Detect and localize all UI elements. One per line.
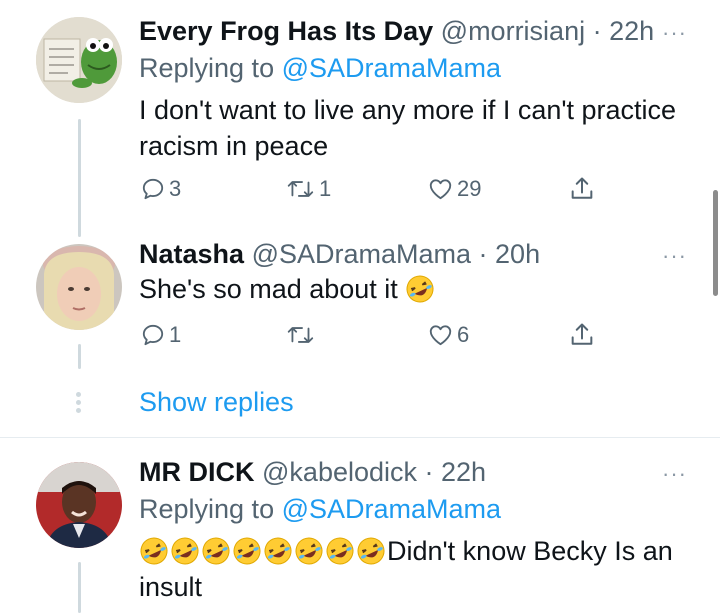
divider bbox=[0, 437, 720, 438]
show-replies-link[interactable]: Show replies bbox=[139, 389, 294, 416]
rofl-emoji-icon bbox=[202, 537, 230, 565]
thread-line bbox=[78, 344, 81, 369]
tweet-header: MR DICK @kabelodick · 22h bbox=[139, 459, 486, 486]
display-name[interactable]: Every Frog Has Its Day bbox=[139, 16, 433, 46]
display-name[interactable]: MR DICK bbox=[139, 457, 255, 487]
reply-button[interactable]: 3 bbox=[140, 174, 181, 204]
rofl-emoji-icon bbox=[406, 275, 434, 303]
avatar-morrisianj[interactable] bbox=[36, 17, 122, 103]
share-icon bbox=[571, 177, 593, 199]
mention-link[interactable]: @SADramaMama bbox=[282, 494, 501, 524]
rofl-emoji-icon bbox=[140, 537, 168, 565]
tweet-time[interactable]: · 20h bbox=[479, 239, 541, 269]
tweet-text: She's so mad about it bbox=[139, 271, 699, 307]
like-button[interactable]: 29 bbox=[427, 174, 481, 204]
replying-to: Replying to @SADramaMama bbox=[139, 55, 501, 82]
rofl-emoji-icon bbox=[233, 537, 261, 565]
replying-to: Replying to @SADramaMama bbox=[139, 496, 501, 523]
tweet-header: Every Frog Has Its Day @morrisianj · 22h bbox=[139, 18, 654, 45]
rofl-emoji-icon bbox=[295, 537, 323, 565]
share-button[interactable] bbox=[568, 174, 596, 204]
thread-line bbox=[78, 119, 81, 237]
user-handle[interactable]: @morrisianj bbox=[441, 16, 585, 46]
like-count: 6 bbox=[457, 322, 470, 347]
retweet-icon bbox=[287, 181, 314, 197]
mrdick-avatar-image bbox=[36, 462, 122, 548]
tweet-header: Natasha @SADramaMama · 20h bbox=[139, 241, 540, 268]
more-icon[interactable]: ··· bbox=[662, 245, 687, 267]
mention-link[interactable]: @SADramaMama bbox=[282, 53, 501, 83]
retweet-button[interactable]: 1 bbox=[286, 174, 331, 204]
tweet-text: Didn't know Becky Is an insult bbox=[139, 533, 709, 605]
tweet-time[interactable]: · 22h bbox=[425, 457, 487, 487]
rofl-emoji-icon bbox=[326, 537, 354, 565]
more-icon[interactable]: ··· bbox=[662, 22, 687, 44]
replying-prefix: Replying to bbox=[139, 53, 275, 83]
avatar-kabelodick[interactable] bbox=[36, 462, 122, 548]
reply-icon bbox=[142, 324, 164, 346]
rofl-emoji-icon bbox=[171, 537, 199, 565]
user-handle[interactable]: @SADramaMama bbox=[252, 239, 471, 269]
reply-count: 3 bbox=[169, 176, 182, 201]
thread-dots bbox=[76, 392, 82, 416]
natasha-avatar-image bbox=[36, 244, 122, 330]
thread-line bbox=[78, 562, 81, 613]
reply-button[interactable]: 1 bbox=[140, 320, 181, 350]
user-handle[interactable]: @kabelodick bbox=[262, 457, 417, 487]
retweet-button[interactable] bbox=[286, 320, 319, 350]
share-button[interactable] bbox=[568, 320, 596, 350]
reply-icon bbox=[142, 178, 164, 200]
replying-prefix: Replying to bbox=[139, 494, 275, 524]
tweet-text-content: She's so mad about it bbox=[139, 274, 398, 304]
share-icon bbox=[571, 323, 593, 345]
retweet-count: 1 bbox=[319, 176, 332, 201]
scrollbar[interactable] bbox=[713, 190, 718, 296]
more-icon[interactable]: ··· bbox=[662, 463, 687, 485]
tweet-time[interactable]: · 22h bbox=[593, 16, 655, 46]
like-icon bbox=[429, 179, 452, 200]
retweet-icon bbox=[287, 327, 314, 343]
rofl-emoji-icon bbox=[264, 537, 292, 565]
like-button[interactable]: 6 bbox=[427, 320, 469, 350]
tweet-text: I don't want to live any more if I can't… bbox=[139, 95, 677, 161]
like-icon bbox=[429, 325, 452, 346]
frog-avatar-image bbox=[36, 17, 122, 103]
emoji-row bbox=[139, 536, 387, 566]
like-count: 29 bbox=[457, 176, 482, 201]
avatar-sadramamama[interactable] bbox=[36, 244, 122, 330]
display-name[interactable]: Natasha bbox=[139, 239, 244, 269]
reply-count: 1 bbox=[169, 322, 182, 347]
rofl-emoji-icon bbox=[357, 537, 385, 565]
